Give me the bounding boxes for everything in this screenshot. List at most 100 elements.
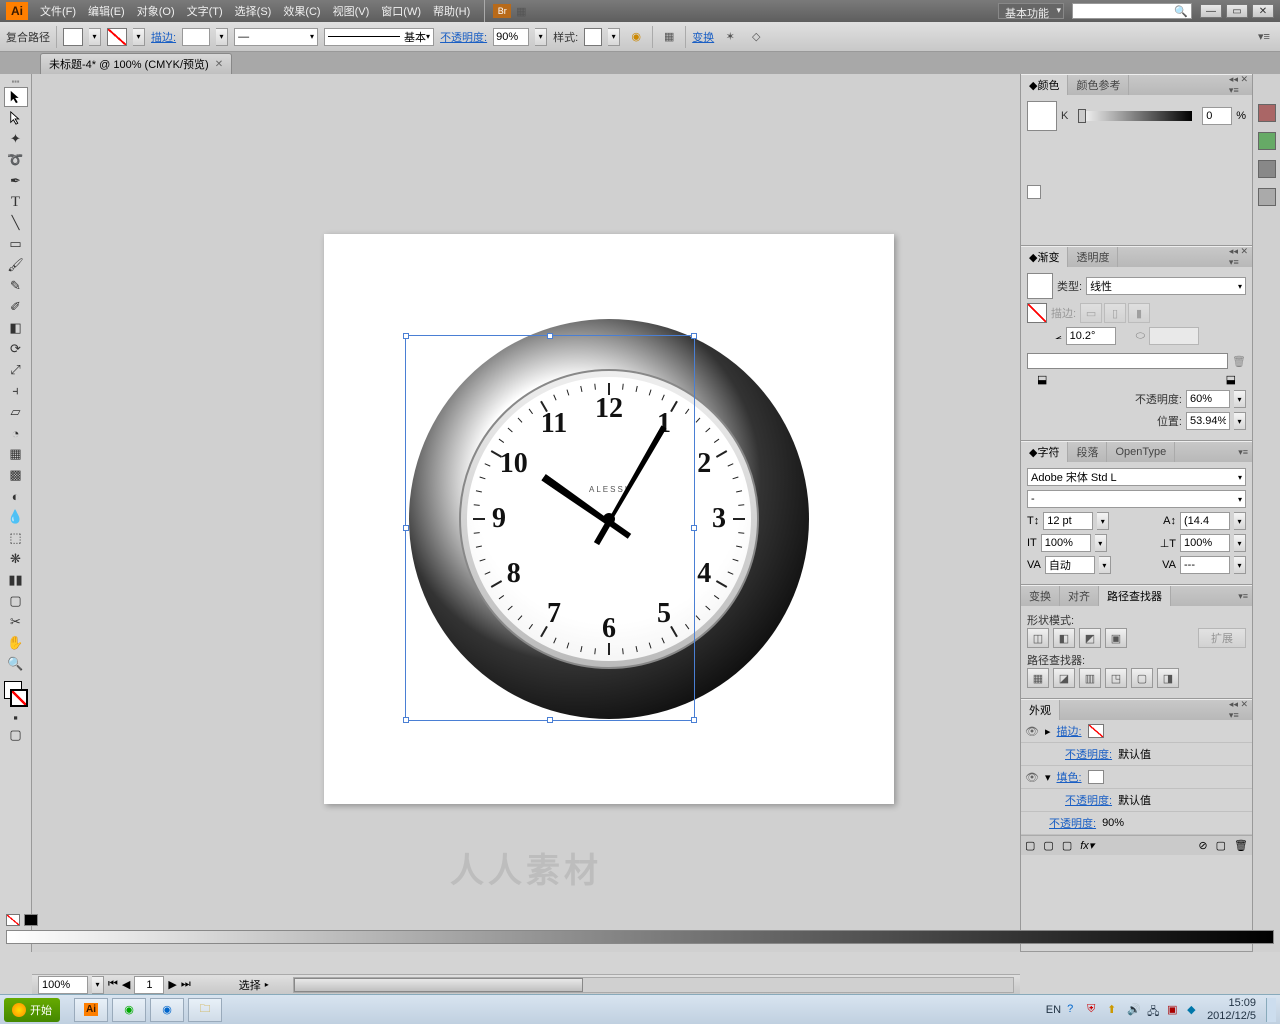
profile-dropdown[interactable]: —▾ <box>234 28 318 46</box>
recolor-icon[interactable]: ◉ <box>626 27 646 47</box>
vscale-dd[interactable]: ▾ <box>1095 534 1107 552</box>
duplicate-icon[interactable]: ▢ <box>1216 839 1226 852</box>
color-current-swatch[interactable] <box>1027 101 1057 131</box>
opacity-input[interactable] <box>493 28 529 46</box>
width-tool[interactable]: ⫞ <box>4 381 28 401</box>
show-desktop-button[interactable] <box>1266 998 1276 1022</box>
black-color-icon[interactable] <box>24 914 38 926</box>
appearance-object-opacity-row[interactable]: 不透明度: 90% <box>1021 812 1252 835</box>
blob-brush-tool[interactable]: ✐ <box>4 297 28 317</box>
menu-view[interactable]: 视图(V) <box>327 3 376 19</box>
edit-clip-icon[interactable]: ◇ <box>746 27 766 47</box>
arrange-docs-icon[interactable]: ▦ <box>511 1 531 21</box>
menu-select[interactable]: 选择(S) <box>229 3 278 19</box>
exclude-button[interactable]: ▣ <box>1105 628 1127 648</box>
tab-transparency[interactable]: 透明度 <box>1068 247 1118 267</box>
appearance-fill-row[interactable]: 👁 ▾ 填色: <box>1021 766 1252 789</box>
paintbrush-tool[interactable]: 🖌 <box>4 255 28 275</box>
direct-selection-tool[interactable] <box>4 108 28 128</box>
tab-color-guide[interactable]: 颜色参考 <box>1068 75 1129 95</box>
crop-button[interactable]: ◳ <box>1105 668 1127 688</box>
zoom-input[interactable] <box>38 976 88 994</box>
gradient-tool[interactable]: ◐ <box>4 486 28 506</box>
gradient-panel-menu[interactable]: ◂◂ ✕▾≡ <box>1225 246 1252 268</box>
stroke-opacity-link[interactable]: 不透明度: <box>1065 746 1112 762</box>
tab-paragraph[interactable]: 段落 <box>1068 442 1107 462</box>
none-color-icon[interactable] <box>6 914 20 926</box>
intersect-button[interactable]: ◩ <box>1079 628 1101 648</box>
lang-indicator[interactable]: EN <box>1046 1004 1061 1016</box>
hscale-input[interactable] <box>1180 534 1230 552</box>
type-tool[interactable]: T <box>4 192 28 212</box>
vscale-input[interactable] <box>1041 534 1091 552</box>
symbol-sprayer-tool[interactable]: ❋ <box>4 549 28 569</box>
menu-type[interactable]: 文字(T) <box>181 3 229 19</box>
fill-stroke-indicator[interactable] <box>2 679 30 709</box>
tray-network-icon[interactable]: 🖧 <box>1147 1003 1161 1017</box>
dock-icon-2[interactable] <box>1258 132 1276 150</box>
stroke-indicator[interactable] <box>10 689 28 707</box>
document-tab[interactable]: 未标题-4* @ 100% (CMYK/预览) ✕ <box>40 53 232 74</box>
selection-bounds[interactable] <box>405 335 695 721</box>
tray-misc-icon[interactable]: ◆ <box>1187 1003 1201 1017</box>
tab-pathfinder[interactable]: 路径查找器 <box>1099 586 1171 606</box>
color-panel-menu[interactable]: ◂◂ ✕▾≡ <box>1225 74 1252 96</box>
taskbar-clock[interactable]: 15:092012/12/5 <box>1207 997 1260 1021</box>
kerning-dd[interactable]: ▾ <box>1099 556 1111 574</box>
stop-position-dd[interactable]: ▾ <box>1234 412 1246 430</box>
lasso-tool[interactable]: ➰ <box>4 150 28 170</box>
hscale-dd[interactable]: ▾ <box>1234 534 1246 552</box>
minimize-button[interactable]: ― <box>1200 4 1222 18</box>
add-fill-icon[interactable]: ▢ <box>1062 839 1072 852</box>
gradient-stroke-swatch[interactable] <box>1027 303 1047 323</box>
scale-tool[interactable]: ⤢ <box>4 360 28 380</box>
tab-transform[interactable]: 变换 <box>1021 586 1060 606</box>
tool-tearoff-grip[interactable]: ┅ <box>4 78 28 86</box>
unite-button[interactable]: ◫ <box>1027 628 1049 648</box>
tab-opentype[interactable]: OpenType <box>1107 442 1175 462</box>
stop-opacity-input[interactable] <box>1186 390 1230 408</box>
tab-gradient[interactable]: ◆ 渐变 <box>1021 247 1068 267</box>
new-art-icon[interactable]: ▢ <box>1025 839 1035 852</box>
stroke-value-swatch[interactable] <box>1088 724 1104 738</box>
char-panel-menu[interactable]: ▾≡ <box>1234 447 1252 458</box>
screen-mode-tool[interactable]: ▢ <box>4 725 28 745</box>
maximize-button[interactable]: ▭ <box>1226 4 1248 18</box>
nav-next-icon[interactable]: ▶ <box>168 978 176 991</box>
clear-icon[interactable]: ⊘ <box>1198 839 1207 852</box>
minus-front-button[interactable]: ◧ <box>1053 628 1075 648</box>
appearance-menu[interactable]: ◂◂ ✕▾≡ <box>1225 699 1252 721</box>
obj-opacity-link[interactable]: 不透明度: <box>1049 815 1096 831</box>
appearance-fill-opacity-row[interactable]: 不透明度: 默认值 <box>1021 789 1252 812</box>
isolate-icon[interactable]: ✶ <box>720 27 740 47</box>
fill-value-swatch[interactable] <box>1088 770 1104 784</box>
pathfinder-menu[interactable]: ▾≡ <box>1234 591 1252 602</box>
close-tab-icon[interactable]: ✕ <box>215 59 223 70</box>
visibility-toggle-icon[interactable]: 👁 <box>1025 725 1039 738</box>
horizontal-scrollbar[interactable] <box>293 977 1014 993</box>
nav-last-icon[interactable]: ⏭ <box>181 978 191 991</box>
stroke-weight-input[interactable] <box>182 28 210 46</box>
artboard-nav-input[interactable] <box>134 976 164 994</box>
transform-link[interactable]: 变换 <box>692 29 714 45</box>
merge-button[interactable]: ▥ <box>1079 668 1101 688</box>
tab-color[interactable]: ◆ 颜色 <box>1021 75 1068 95</box>
tray-shield-icon[interactable]: ⛨ <box>1087 1003 1101 1017</box>
stroke-link[interactable]: 描边: <box>1057 723 1082 739</box>
hand-tool[interactable]: ✋ <box>4 633 28 653</box>
magic-wand-tool[interactable]: ✦ <box>4 129 28 149</box>
perspective-grid-tool[interactable]: ▦ <box>4 444 28 464</box>
start-button[interactable]: 开始 <box>4 998 60 1022</box>
font-style-select[interactable]: -▾ <box>1027 490 1246 508</box>
graph-tool[interactable]: ▮▮ <box>4 570 28 590</box>
pen-tool[interactable]: ✒ <box>4 171 28 191</box>
eraser-tool[interactable]: ◧ <box>4 318 28 338</box>
taskbar-illustrator[interactable]: Ai <box>74 998 108 1022</box>
fill-link[interactable]: 填色: <box>1057 769 1082 785</box>
add-stroke-icon[interactable]: ▢ <box>1043 839 1053 852</box>
style-swatch[interactable] <box>584 28 602 46</box>
zoom-tool[interactable]: 🔍 <box>4 654 28 674</box>
dock-icon-3[interactable] <box>1258 160 1276 178</box>
stroke-panel-link[interactable]: 描边: <box>151 29 176 45</box>
k-value-input[interactable] <box>1202 107 1232 125</box>
